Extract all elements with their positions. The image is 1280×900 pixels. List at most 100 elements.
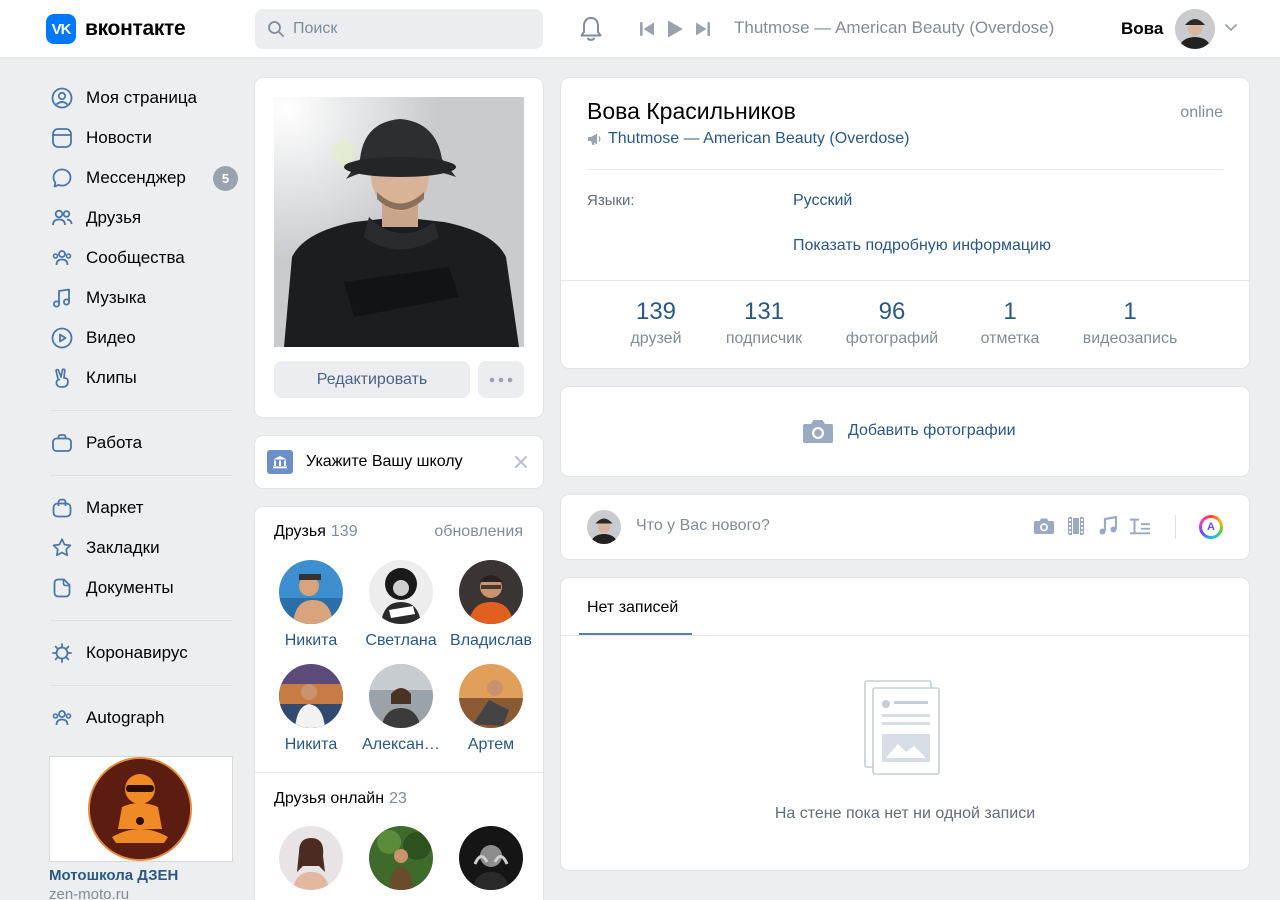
friend-item[interactable]: Никита (266, 664, 356, 754)
attach-article-icon[interactable] (1129, 515, 1151, 537)
sidebar-item-bookmarks[interactable]: Закладки (46, 528, 236, 568)
search-input[interactable] (293, 20, 523, 38)
online-friend-item[interactable] (446, 826, 536, 890)
counter-friends[interactable]: 139 друзей (627, 298, 685, 348)
close-icon[interactable] (512, 453, 530, 471)
sidebar-item-label: Autograph (86, 708, 165, 727)
friend-avatar (459, 826, 523, 890)
sidebar-ad-banner[interactable] (49, 756, 233, 862)
show-more-info-link[interactable]: Показать подробную информацию (793, 237, 1051, 255)
wall-divider (561, 635, 1249, 636)
current-user-avatar[interactable] (1175, 9, 1215, 49)
friend-avatar (459, 664, 523, 728)
friends-updates-link[interactable]: обновления (434, 523, 523, 541)
chevron-down-icon[interactable] (1224, 23, 1238, 33)
video-icon (50, 326, 74, 350)
friends-online-count: 23 (389, 790, 407, 807)
edit-profile-button[interactable]: Редактировать (274, 361, 470, 398)
play-icon[interactable] (666, 19, 684, 39)
school-prompt-card[interactable]: Укажите Вашу школу (255, 436, 543, 488)
sidebar-item-news[interactable]: Новости (46, 118, 236, 158)
friend-item[interactable]: Алексан… (356, 664, 446, 754)
friend-avatar (369, 826, 433, 890)
sidebar-item-label: Документы (86, 578, 174, 597)
music-icon (50, 286, 74, 310)
sidebar-item-label: Коронавирус (86, 643, 188, 662)
search-box[interactable] (255, 9, 543, 49)
counter-tags[interactable]: 1 отметка (977, 298, 1043, 348)
sidebar-divider (50, 475, 232, 476)
friends-online-header[interactable]: Друзья онлайн 23 (274, 790, 407, 808)
ad-url[interactable]: zen-moto.ru (49, 886, 129, 900)
sidebar-item-documents[interactable]: Документы (46, 568, 236, 608)
bookmark-icon (50, 536, 74, 560)
more-actions-button[interactable] (478, 361, 524, 398)
friend-item[interactable]: Светлана (356, 560, 446, 650)
ad-title[interactable]: Мотошкола ДЗЕН (49, 867, 178, 884)
new-post-input[interactable] (636, 517, 1016, 535)
vk-logo[interactable]: VK вконтакте (46, 14, 186, 44)
sidebar-item-label: Клипы (86, 368, 137, 387)
friend-item[interactable]: Артем (446, 664, 536, 754)
school-icon (267, 450, 293, 474)
now-playing-track[interactable]: Thutmose — American Beauty (Overdose) (734, 18, 1064, 38)
counter-label: подписчик (725, 330, 803, 347)
new-post-card: A (561, 495, 1249, 559)
online-friend-item[interactable] (356, 826, 446, 890)
sidebar-item-video[interactable]: Видео (46, 318, 236, 358)
sidebar-item-friends[interactable]: Друзья (46, 198, 236, 238)
sidebar-item-label: Маркет (86, 498, 144, 517)
add-photos-button[interactable]: Добавить фотографии (802, 418, 1016, 444)
attach-video-icon[interactable] (1065, 515, 1087, 537)
sidebar-item-my-page[interactable]: Моя страница (46, 78, 236, 118)
languages-value[interactable]: Русский (793, 192, 852, 210)
friend-avatar (369, 664, 433, 728)
profile-photo[interactable] (274, 97, 524, 347)
friend-name: Алексан… (362, 736, 440, 753)
friend-avatar (459, 560, 523, 624)
previous-track-icon[interactable] (638, 20, 656, 38)
sidebar-item-music[interactable]: Музыка (46, 278, 236, 318)
attach-music-icon[interactable] (1097, 515, 1119, 537)
search-icon (268, 21, 284, 37)
counter-label: друзей (630, 330, 682, 347)
friends-header[interactable]: Друзья 139 (274, 523, 358, 541)
ad-image (88, 757, 192, 861)
post-tools-divider (1175, 515, 1176, 539)
sidebar-item-coronavirus[interactable]: Коронавирус (46, 633, 236, 673)
post-background-letter: A (1202, 518, 1220, 536)
sidebar-item-label: Мессенджер (86, 168, 186, 187)
counter-followers[interactable]: 131 подписчик (721, 298, 807, 348)
sidebar-item-autograph[interactable]: Autograph (46, 698, 236, 738)
sidebar-item-clips[interactable]: Клипы (46, 358, 236, 398)
friends-icon (50, 206, 74, 230)
counter-photos[interactable]: 96 фотографий (844, 298, 940, 348)
sidebar-item-messenger[interactable]: Мессенджер 5 (46, 158, 238, 198)
document-icon (50, 576, 74, 600)
bell-icon[interactable] (578, 15, 604, 43)
attach-photo-icon[interactable] (1033, 515, 1055, 537)
music-status[interactable]: Thutmose — American Beauty (Overdose) (587, 130, 909, 148)
broadcast-icon (588, 133, 601, 145)
sidebar-item-market[interactable]: Маркет (46, 488, 236, 528)
sidebar-item-communities[interactable]: Сообщества (46, 238, 236, 278)
friend-item[interactable]: Никита (266, 560, 356, 650)
sidebar-item-label: Закладки (86, 538, 160, 557)
profile-photo-card: Редактировать (255, 78, 543, 417)
post-background-picker[interactable]: A (1199, 515, 1223, 539)
online-friend-item[interactable] (266, 826, 356, 890)
market-icon (50, 496, 74, 520)
communities-icon (50, 706, 74, 730)
virus-icon (50, 641, 74, 665)
friend-item[interactable]: Владислав (446, 560, 536, 650)
sidebar-item-label: Сообщества (86, 248, 185, 267)
counter-value: 131 (743, 298, 785, 325)
sidebar-item-label: Друзья (86, 208, 142, 227)
left-navigation: Моя страница Новости Мессенджер 5 Друзья… (46, 78, 238, 862)
sidebar-divider (50, 620, 232, 621)
current-user-name[interactable]: Вова (1121, 19, 1163, 39)
sidebar-item-work[interactable]: Работа (46, 423, 236, 463)
tab-no-posts[interactable]: Нет записей (587, 599, 678, 617)
next-track-icon[interactable] (694, 20, 712, 38)
counter-videos[interactable]: 1 видеозапись (1079, 298, 1181, 348)
